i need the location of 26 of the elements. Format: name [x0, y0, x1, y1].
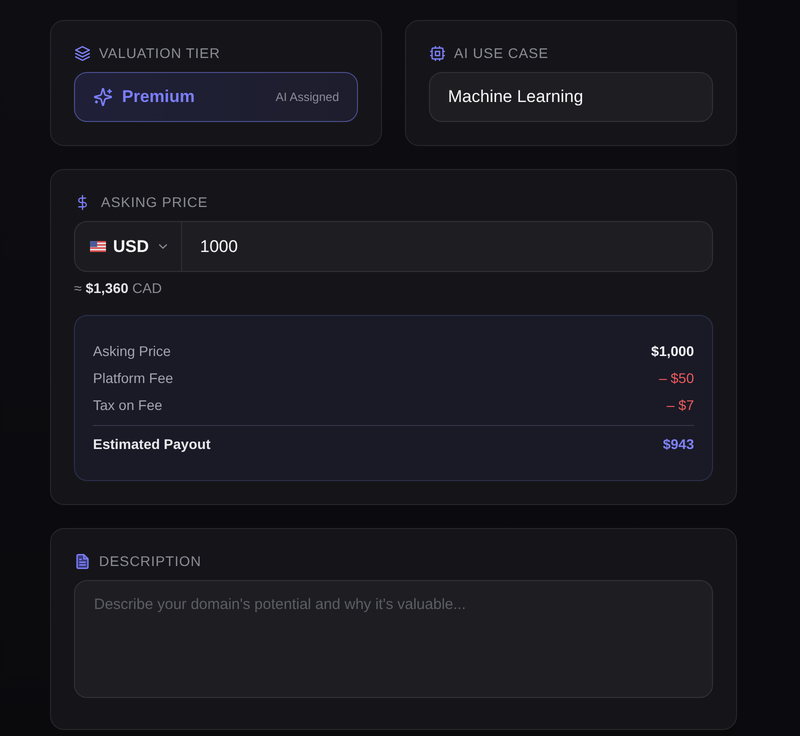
payout-label: Estimated Payout	[93, 435, 210, 454]
breakdown-value: – $7	[666, 396, 694, 415]
sparkle-icon	[94, 88, 112, 106]
breakdown-value: – $50	[658, 369, 694, 388]
breakdown-label: Tax on Fee	[93, 396, 162, 415]
document-icon	[75, 554, 90, 568]
cpu-icon	[430, 46, 445, 60]
section-label: VALUATION TIER	[99, 44, 220, 63]
description-field[interactable]: Describe your domain's potential and why it's valuable...	[74, 580, 713, 698]
section-label: DESCRIPTION	[99, 552, 202, 571]
layers-icon	[75, 46, 90, 60]
conversion-text: ≈ $1,360 CAD	[74, 279, 162, 297]
breakdown-label: Platform Fee	[93, 369, 174, 388]
chevron-down-icon	[158, 244, 167, 249]
price-input[interactable]: 1000	[182, 221, 713, 272]
use-case-field[interactable]: Machine Learning	[429, 72, 713, 122]
ai-assigned-label: AI Assigned	[276, 90, 339, 104]
section-label: AI USE CASE	[454, 44, 549, 63]
flag-icon	[90, 241, 106, 252]
breakdown-label: Asking Price	[93, 342, 171, 361]
breakdown-value: $1,000	[651, 342, 694, 361]
payout-value: $943	[662, 435, 694, 454]
section-label: ASKING PRICE	[101, 193, 208, 212]
tier-name: Premium	[122, 87, 195, 107]
currency-select[interactable]: USD	[74, 221, 182, 272]
dollar-sign-icon	[78, 194, 87, 210]
